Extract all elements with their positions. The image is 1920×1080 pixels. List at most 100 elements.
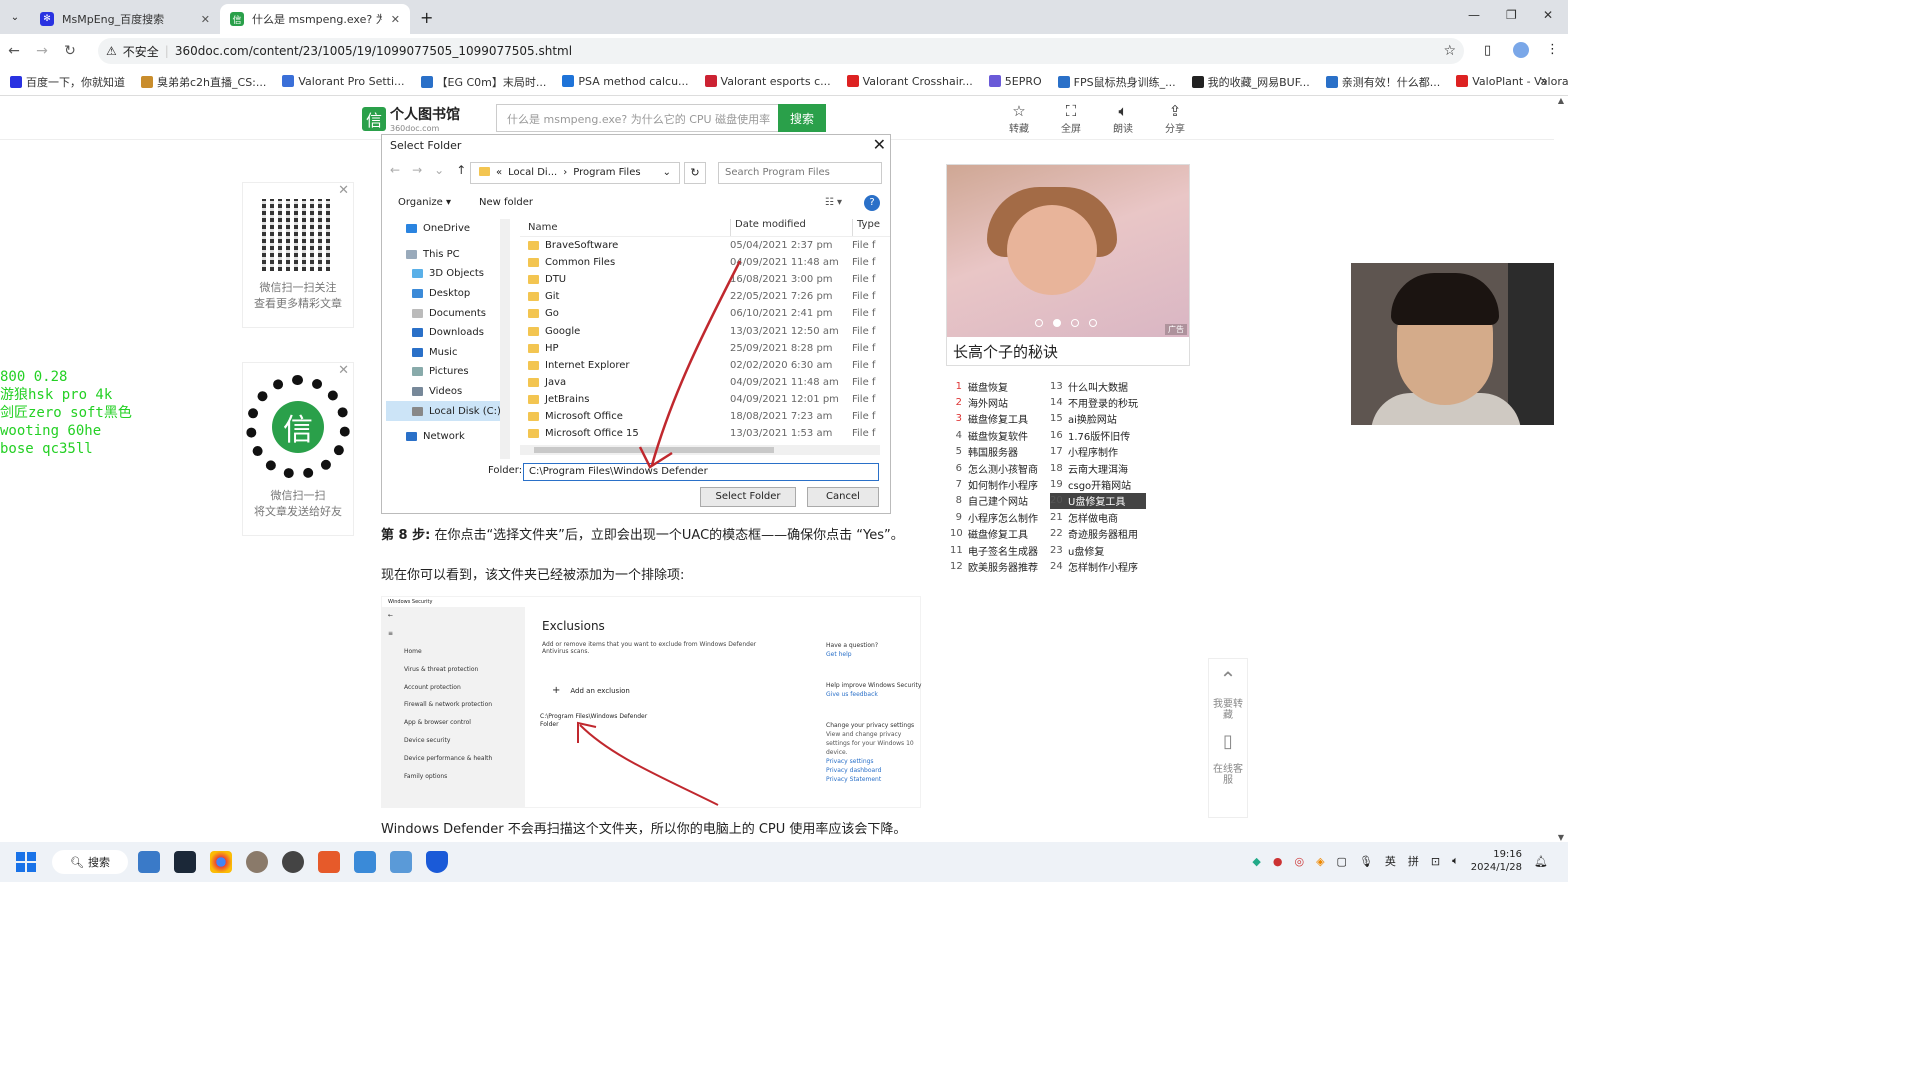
desktop-app-icon[interactable] xyxy=(138,851,160,873)
clock[interactable]: 19:16 2024/1/28 xyxy=(1471,848,1522,874)
ime-indicator[interactable]: 拼 xyxy=(1408,853,1419,869)
red-arrow-annotation xyxy=(638,260,742,469)
reload-icon[interactable]: ↻ xyxy=(56,43,84,59)
hot-search-item[interactable]: 5 韩国服务器 xyxy=(950,444,1050,460)
site-search-button[interactable]: 搜索 xyxy=(778,104,826,132)
bookmark-item[interactable]: Valorant esports c... xyxy=(704,75,831,88)
site-logo[interactable]: 信 个人图书馆 360doc.com xyxy=(362,104,460,133)
mobile-phone-icon[interactable]: ▯ xyxy=(1209,731,1247,752)
microphone-icon: 🎙︎ xyxy=(1358,854,1373,868)
minimize-icon[interactable]: — xyxy=(1468,8,1480,22)
collect-button[interactable]: ☆ 转藏 xyxy=(1008,102,1030,135)
language-indicator[interactable]: 英 xyxy=(1385,853,1396,869)
close-window-icon[interactable]: ✕ xyxy=(1543,8,1553,22)
hot-search-item[interactable]: 19 csgo开箱网站 xyxy=(1050,476,1146,492)
hot-search-item[interactable]: 3 磁盘修复工具 xyxy=(950,411,1050,427)
hot-search-item[interactable]: 13 什么叫大数据 xyxy=(1050,378,1146,394)
steam-icon[interactable] xyxy=(174,851,196,873)
hot-search-item[interactable]: 1 磁盘恢复 xyxy=(950,378,1050,394)
hot-search-item[interactable]: 6 怎么测小孩智商 xyxy=(950,460,1050,476)
user-app-icon[interactable] xyxy=(246,851,268,873)
obs-icon[interactable] xyxy=(282,851,304,873)
step-8-text: 第 8 步: 在你点击“选择文件夹”后，立即会出现一个UAC的模态框——确保你点… xyxy=(381,528,904,543)
hot-search-item[interactable]: 21 怎样做电商 xyxy=(1050,509,1146,525)
photos-app-icon[interactable] xyxy=(390,851,412,873)
taskbar-search[interactable]: 🔍︎ 搜索 xyxy=(52,850,128,874)
hot-search-item[interactable]: 18 云南大理洱海 xyxy=(1050,460,1146,476)
hot-search-item[interactable]: 4 磁盘恢复软件 xyxy=(950,427,1050,443)
collect-side-button[interactable]: 我要转藏 xyxy=(1209,699,1247,721)
tray-icon: ◆ xyxy=(1252,854,1261,868)
warning-icon: ⚠ xyxy=(106,44,117,58)
bookmark-item[interactable]: FPS鼠标热身训练_... xyxy=(1057,74,1176,90)
qr-caption: 微信扫一扫关注 xyxy=(259,281,337,294)
360doc-favicon-icon: 信 xyxy=(230,12,244,26)
sidebar-panel-icon[interactable]: ▯ xyxy=(1484,43,1491,58)
windows-taskbar: 🔍︎ 搜索 ◆ ● ◎ ◈ ▢ 🎙︎ 英 拼 ⊡ 🔈︎ 19:16 2024/1/… xyxy=(0,842,1568,882)
hot-search-item[interactable]: 15 ai换脸网站 xyxy=(1050,411,1146,427)
bookmark-item[interactable]: 我的收藏_网易BUF... xyxy=(1191,74,1310,90)
close-tab-icon[interactable]: ✕ xyxy=(201,13,210,26)
site-search-input[interactable]: 什么是 msmpeng.exe? 为什么它的 CPU 磁盘使用率 xyxy=(496,104,778,132)
profile-avatar-icon[interactable] xyxy=(1513,42,1529,58)
bookmark-item[interactable]: 5EPRO xyxy=(988,75,1042,88)
new-tab-icon[interactable]: + xyxy=(420,8,433,27)
game-app-icon[interactable] xyxy=(318,851,340,873)
tab-360doc[interactable]: 信 什么是 msmpeng.exe? 为什么 ✕ xyxy=(220,4,410,34)
close-tab-icon[interactable]: ✕ xyxy=(391,13,400,26)
hot-search-list: 1 磁盘恢复 13 什么叫大数据 2 海外网站 14 不用登录的秒玩 3 磁盘修复工具 15 ai换脸… xyxy=(950,378,1146,575)
customer-service-button[interactable]: 在线客服 xyxy=(1209,764,1247,786)
hot-search-item[interactable]: 24 怎样制作小程序 xyxy=(1050,558,1146,574)
hot-search-item[interactable]: 7 如何制作小程序 xyxy=(950,476,1050,492)
start-icon[interactable] xyxy=(16,852,36,872)
bookmark-item[interactable]: 亲测有效！什么都... xyxy=(1325,74,1440,90)
tab-search-chevron-icon[interactable]: ⌄ xyxy=(0,12,30,23)
tray-icon: ● xyxy=(1272,854,1283,868)
bookmark-item[interactable]: ValoPlant - Valora... xyxy=(1456,75,1568,88)
back-icon[interactable]: ← xyxy=(0,43,28,59)
bookmark-item[interactable]: 臭弟弟c2h直播_CS:... xyxy=(141,74,266,90)
hot-search-item[interactable]: 23 u盘修复 xyxy=(1050,542,1146,558)
share-qr-panel: ✕ 信 微信扫一扫 将文章发送给好友 xyxy=(242,362,354,536)
hot-search-item[interactable]: 9 小程序怎么制作 xyxy=(950,509,1050,525)
menu-kebab-icon[interactable]: ⋮ xyxy=(1546,42,1559,57)
notification-bell-icon: 🔔︎ xyxy=(1534,854,1548,868)
logo-subtext: 360doc.com xyxy=(390,124,440,133)
bookmark-item[interactable]: Valorant Crosshair... xyxy=(846,75,973,88)
stream-overlay-text: 800 0.28 游狼hsk pro 4k 剑匠zero soft黑色 woot… xyxy=(0,369,132,457)
bookmark-item[interactable]: 百度一下，你就知道 xyxy=(10,74,125,90)
hot-search-item[interactable]: 20 U盘修复工具 xyxy=(1050,492,1146,510)
close-icon[interactable]: ✕ xyxy=(338,363,349,378)
carousel-dot-icon xyxy=(1035,319,1043,327)
tab-msmpeng-search[interactable]: ✻ MsMpEng_百度搜索 ✕ xyxy=(30,4,220,34)
close-icon[interactable]: ✕ xyxy=(338,183,349,198)
hot-search-item[interactable]: 11 电子签名生成器 xyxy=(950,542,1050,558)
back-to-top-icon[interactable]: ⌃ xyxy=(1209,667,1247,691)
hot-search-item[interactable]: 12 欧美服务器推荐 xyxy=(950,558,1050,574)
monitor-app-icon[interactable] xyxy=(354,851,376,873)
qr-code-image xyxy=(262,199,334,271)
share-button[interactable]: ⇪ 分享 xyxy=(1164,102,1186,135)
hot-search-item[interactable]: 16 1.76版怀旧传 xyxy=(1050,427,1146,443)
more-bookmarks-icon[interactable]: » xyxy=(1540,74,1548,89)
security-shield-icon[interactable] xyxy=(426,851,448,873)
fullscreen-button[interactable]: ⛶ 全屏 xyxy=(1060,102,1082,135)
address-bar[interactable]: ⚠ 不安全 | 360doc.com/content/23/1005/19/10… xyxy=(98,38,1464,64)
bookmark-star-icon[interactable]: ☆ xyxy=(1443,43,1456,59)
bookmark-item[interactable]: Valorant Pro Setti... xyxy=(282,75,405,88)
hot-search-item[interactable]: 2 海外网站 xyxy=(950,394,1050,410)
forward-icon[interactable]: → xyxy=(28,43,56,59)
hot-search-item[interactable]: 17 小程序制作 xyxy=(1050,444,1146,460)
read-aloud-button[interactable]: 🔈︎ 朗读 xyxy=(1112,102,1134,135)
hot-search-item[interactable]: 14 不用登录的秒玩 xyxy=(1050,394,1146,410)
bookmark-item[interactable]: PSA method calcu... xyxy=(562,75,689,88)
restore-icon[interactable]: ❐ xyxy=(1506,8,1517,22)
hot-search-item[interactable]: 22 奇迹服务器租用 xyxy=(1050,526,1146,542)
page-scrollbar[interactable]: ▲ ▼ xyxy=(1554,96,1568,842)
hot-search-item[interactable]: 10 磁盘修复工具 xyxy=(950,526,1050,542)
hot-search-item[interactable]: 8 自己建个网站 xyxy=(950,493,1050,509)
advertisement[interactable]: 广告 长高个子的秘诀 xyxy=(946,164,1190,366)
bookmark-item[interactable]: 【EG C0m】末局时... xyxy=(420,74,546,90)
ad-tag: 广告 xyxy=(1165,324,1187,335)
chrome-icon[interactable] xyxy=(210,851,232,873)
